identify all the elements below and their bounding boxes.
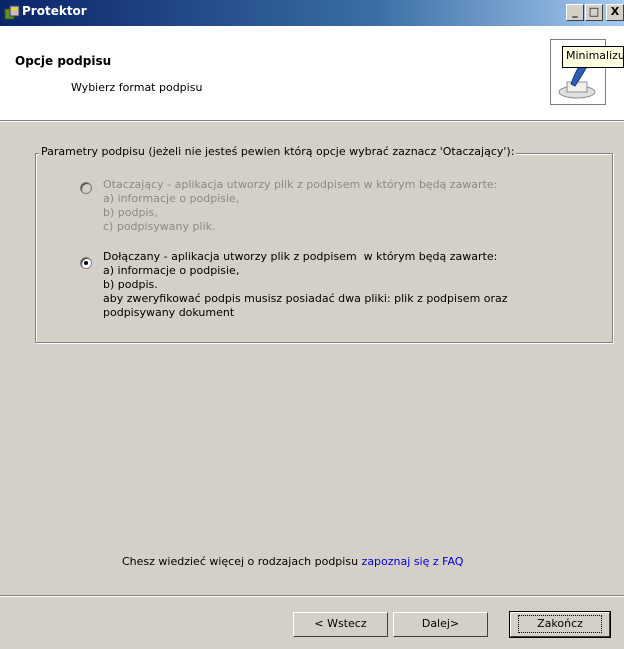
option-detached-label[interactable]: Dołączany - aplikacja utworzy plik z pod…	[103, 250, 508, 320]
footer-divider	[0, 595, 624, 597]
window-title: Protektor	[22, 4, 87, 18]
back-button[interactable]: < Wstecz	[293, 612, 388, 637]
wizard-window: Protektor _ □ X Opcje podpisu Wybierz fo…	[0, 0, 624, 649]
wizard-header: Opcje podpisu Wybierz format podpisu	[0, 26, 624, 120]
faq-line: Chesz wiedzieć więcej o rodzajach podpis…	[122, 555, 463, 568]
maximize-button[interactable]: □	[585, 4, 603, 21]
page-title: Opcje podpisu	[15, 54, 112, 68]
page-subtitle: Wybierz format podpisu	[71, 81, 203, 94]
title-bar[interactable]: Protektor _ □ X	[0, 0, 624, 26]
header-divider	[0, 120, 624, 122]
faq-link[interactable]: zapoznaj się z FAQ	[362, 555, 464, 568]
minimize-tooltip: Minimalizuj	[562, 46, 624, 68]
close-button[interactable]: X	[606, 4, 624, 21]
app-icon	[4, 5, 20, 20]
finish-button-label: Zakończ	[518, 615, 602, 633]
group-legend: Parametry podpisu (jeżeli nie jesteś pew…	[39, 145, 517, 158]
next-button[interactable]: Dalej>	[393, 612, 488, 637]
radio-detached[interactable]	[80, 257, 92, 269]
radio-enveloping	[80, 182, 92, 194]
faq-text: Chesz wiedzieć więcej o rodzajach podpis…	[122, 555, 362, 568]
finish-button[interactable]: Zakończ	[509, 611, 611, 638]
minimize-button[interactable]: _	[566, 4, 584, 21]
option-enveloping-label: Otaczający - aplikacja utworzy plik z po…	[103, 178, 498, 233]
